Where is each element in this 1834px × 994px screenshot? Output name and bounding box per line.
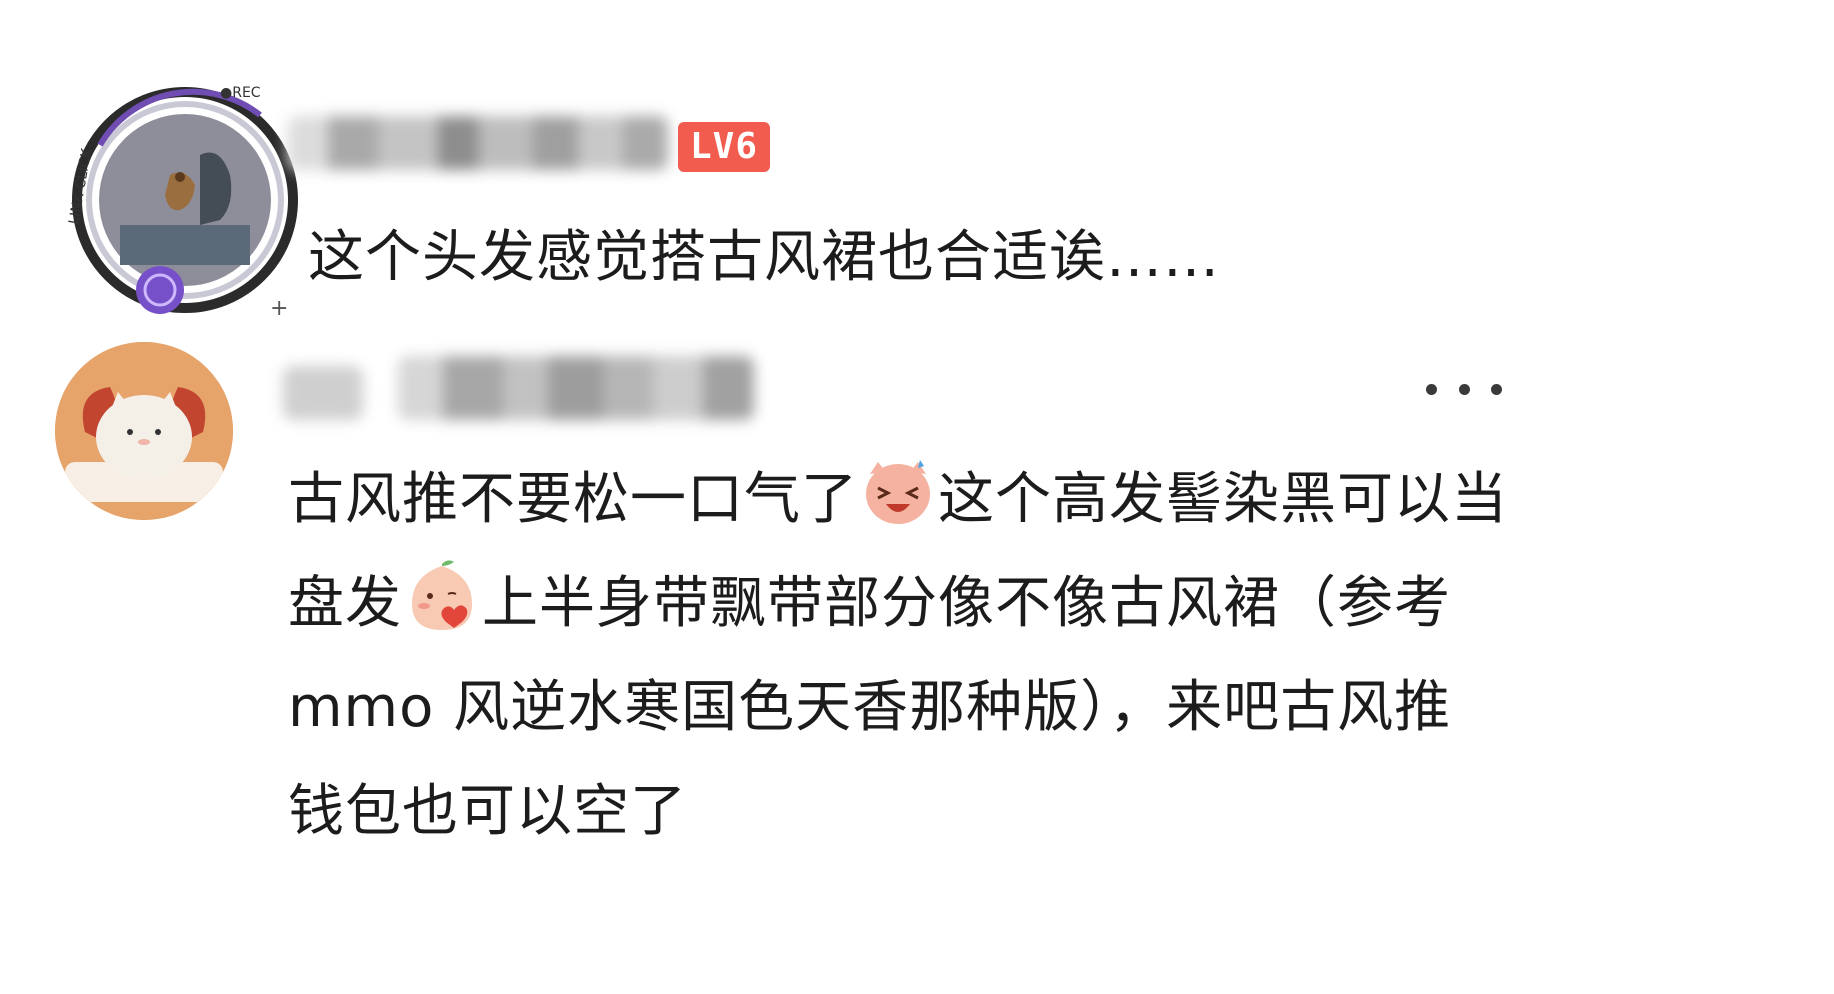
avatar-frame[interactable]: ●REC LINK·CLICK + [60, 75, 310, 325]
svg-text:+: + [270, 296, 288, 321]
more-dot-icon [1491, 383, 1502, 395]
comment-1: ●REC LINK·CLICK + LV6 这个头发感觉搭古风裙也合适诶…… [0, 0, 1834, 360]
username-blurred[interactable] [288, 116, 668, 170]
frame-rec-text: ●REC [220, 85, 261, 101]
avatar-image [55, 342, 233, 520]
more-dot-icon [1458, 383, 1470, 395]
comment-2: 古风推不要松一口气了 这个高发髻染黑可以当盘发 上半身带飘带部分像不像古风裙（参… [0, 330, 1834, 994]
comment-text-part-1: 古风推不要松一口气了 [288, 467, 858, 532]
avatar-frame-graphic: ●REC LINK·CLICK + [66, 85, 298, 321]
more-options-button[interactable] [1426, 374, 1502, 404]
more-dot-icon [1426, 383, 1437, 395]
username-blurred[interactable] [283, 366, 363, 420]
comment-text: 古风推不要松一口气了 这个高发髻染黑可以当盘发 上半身带飘带部分像不像古风裙（参… [288, 448, 1508, 864]
username-blurred-2[interactable] [398, 356, 754, 420]
avatar[interactable] [55, 342, 233, 520]
kiss-heart-emoji-icon [412, 560, 472, 630]
level-badge: LV6 [678, 122, 770, 172]
laughing-face-emoji-icon [866, 460, 930, 524]
comment-text: 这个头发感觉搭古风裙也合适诶…… [308, 225, 1220, 290]
